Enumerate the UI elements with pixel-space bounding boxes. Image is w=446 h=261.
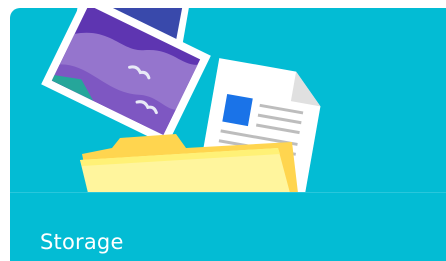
storage-card[interactable]: Storage xyxy=(10,8,446,261)
storage-illustration xyxy=(10,8,446,193)
card-title: Storage xyxy=(40,230,124,254)
card-divider xyxy=(10,192,446,193)
photo-icon xyxy=(41,8,211,146)
